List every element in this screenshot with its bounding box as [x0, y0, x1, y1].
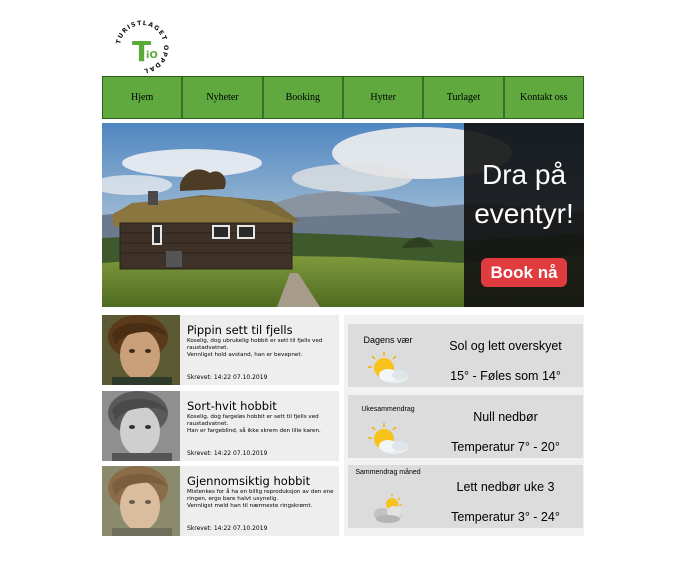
weather-today: Dagens vær Sol og lett overskyet 15° - F… — [348, 324, 583, 387]
article-date: Skrevet: 14:22 07.10.2019 — [187, 374, 268, 381]
article-title: Pippin sett til fjells — [187, 323, 293, 337]
news-article-sort-hvit[interactable]: Sort-hvit hobbit Koselig, dog fargeløs h… — [102, 391, 339, 461]
logo-letters-io: iO — [146, 50, 158, 61]
weather-temperature: Temperatur 3° - 24° — [451, 510, 560, 524]
weather-panel: Dagens vær Sol og lett overskyet 15° - F… — [344, 315, 584, 536]
weather-condition: Lett nedbør uke 3 — [456, 480, 555, 494]
nav-item-hjem[interactable]: Hjem — [103, 77, 184, 118]
logo[interactable]: TURISTLAGET OPPDAL T iO — [112, 17, 172, 77]
sun-cloud-icon — [368, 352, 408, 383]
hero-title-line2: eventyr! — [474, 198, 574, 229]
nav-item-turlaget[interactable]: Turlaget — [424, 77, 505, 118]
article-title: Sort-hvit hobbit — [187, 399, 277, 413]
weather-label: Sammendrag måned — [355, 469, 421, 476]
weather-temperature: Temperatur 7° - 20° — [451, 440, 560, 454]
book-now-button[interactable]: Book nå — [481, 258, 567, 287]
article-thumbnail-grayscale — [102, 391, 180, 461]
article-body: Koselig, dog ubrukelig hobbit er sett ti… — [187, 338, 323, 358]
article-title: Gjennomsiktig hobbit — [187, 474, 311, 488]
news-article-gjennomsiktig[interactable]: Gjennomsiktig hobbit Mistenkes for å ha … — [102, 466, 339, 536]
logo-mark: TURISTLAGET OPPDAL T iO — [115, 20, 169, 74]
article-body: Koselig, dog fargeløs hobbit er sett til… — [187, 414, 321, 434]
weather-label: Dagens vær — [363, 335, 413, 345]
cloud-sun-icon — [374, 494, 402, 523]
hero-banner: Dra på eventyr! Book nå — [102, 123, 584, 307]
article-thumbnail-color — [102, 315, 180, 385]
nav-item-nyheter[interactable]: Nyheter — [183, 77, 264, 118]
weather-condition: Null nedbør — [473, 410, 538, 424]
article-body: Mistenkes for å ha en billig reproduksjo… — [187, 489, 334, 509]
weather-week-summary: Ukesammendrag Null nedbør Temperatur 7° … — [348, 395, 583, 458]
hero-title: Dra på eventyr! — [464, 155, 584, 233]
weather-condition: Sol og lett overskyet — [449, 339, 562, 353]
nav-item-kontakt-oss[interactable]: Kontakt oss — [504, 77, 583, 118]
weather-label: Ukesammendrag — [361, 406, 415, 413]
hero-title-line1: Dra på — [481, 159, 567, 190]
weather-temperature: 15° - Føles som 14° — [450, 369, 561, 383]
main-nav: Hjem Nyheter Booking Hytter Turlaget Kon… — [102, 76, 584, 119]
sun-cloud-icon — [368, 423, 408, 454]
hero-overlay-panel: Dra på eventyr! Book nå — [464, 123, 584, 307]
article-date: Skrevet: 14:22 07.10.2019 — [187, 525, 268, 532]
news-article-pippin[interactable]: Pippin sett til fjells Koselig, dog ubru… — [102, 315, 339, 385]
nav-item-hytter[interactable]: Hytter — [343, 77, 425, 118]
nav-item-booking[interactable]: Booking — [263, 77, 344, 118]
weather-month-summary: Sammendrag måned Lett nedbør uke 3 Tempe… — [348, 465, 583, 528]
article-thumbnail-faded — [102, 466, 180, 536]
article-date: Skrevet: 14:22 07.10.2019 — [187, 450, 268, 457]
